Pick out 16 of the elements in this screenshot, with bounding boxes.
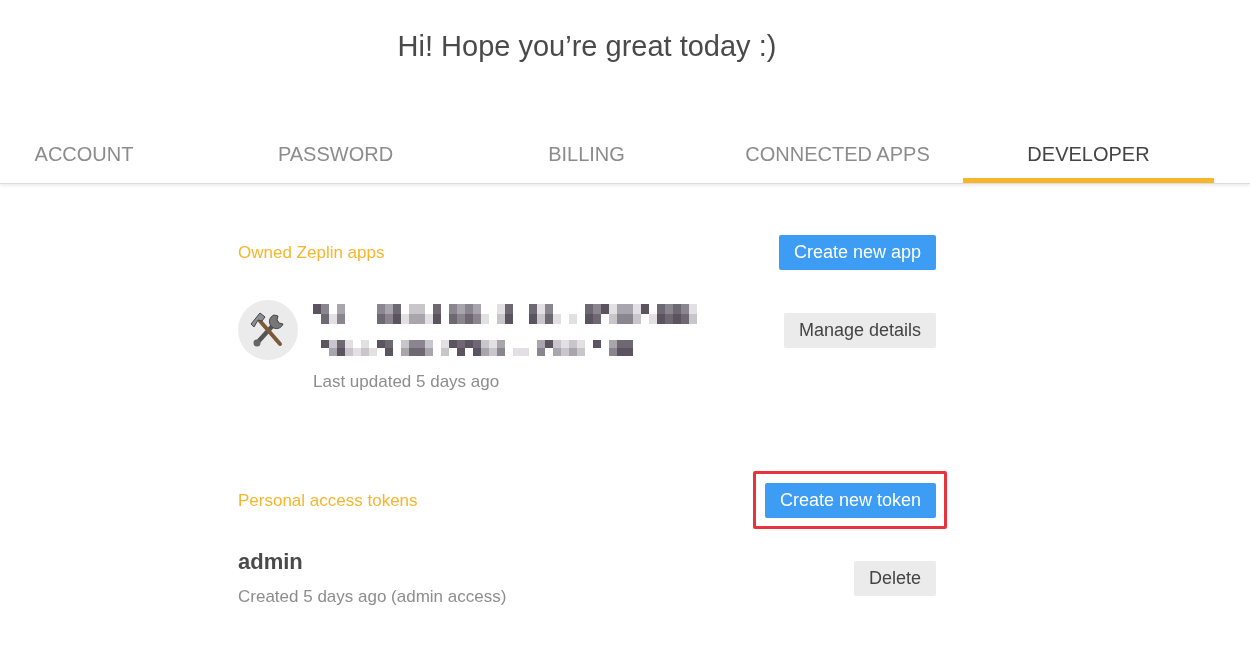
- section-heading: Owned Zeplin apps: [238, 242, 385, 263]
- delete-button[interactable]: Delete: [853, 561, 936, 596]
- create-button[interactable]: Create new app: [778, 235, 936, 270]
- manage-details-button[interactable]: Manage details: [783, 313, 936, 348]
- tab[interactable]: PASSWORD: [210, 122, 461, 183]
- item-meta: Last updated 5 days ago: [313, 371, 501, 393]
- item-meta: Created 5 days ago (admin access): [238, 586, 507, 608]
- hammer-wrench-icon: [238, 300, 298, 360]
- tab[interactable]: ACCOUNT: [0, 122, 210, 183]
- greeting-heading: Hi! Hope you’re great today :): [397, 29, 777, 64]
- token-name: admin: [238, 548, 304, 576]
- tab[interactable]: BILLING: [461, 122, 712, 183]
- tab[interactable]: DEVELOPER: [963, 122, 1214, 183]
- tab[interactable]: CONNECTED APPS: [712, 122, 963, 183]
- section-heading: Personal access tokens: [238, 490, 418, 511]
- create-button[interactable]: Create new token: [764, 483, 936, 518]
